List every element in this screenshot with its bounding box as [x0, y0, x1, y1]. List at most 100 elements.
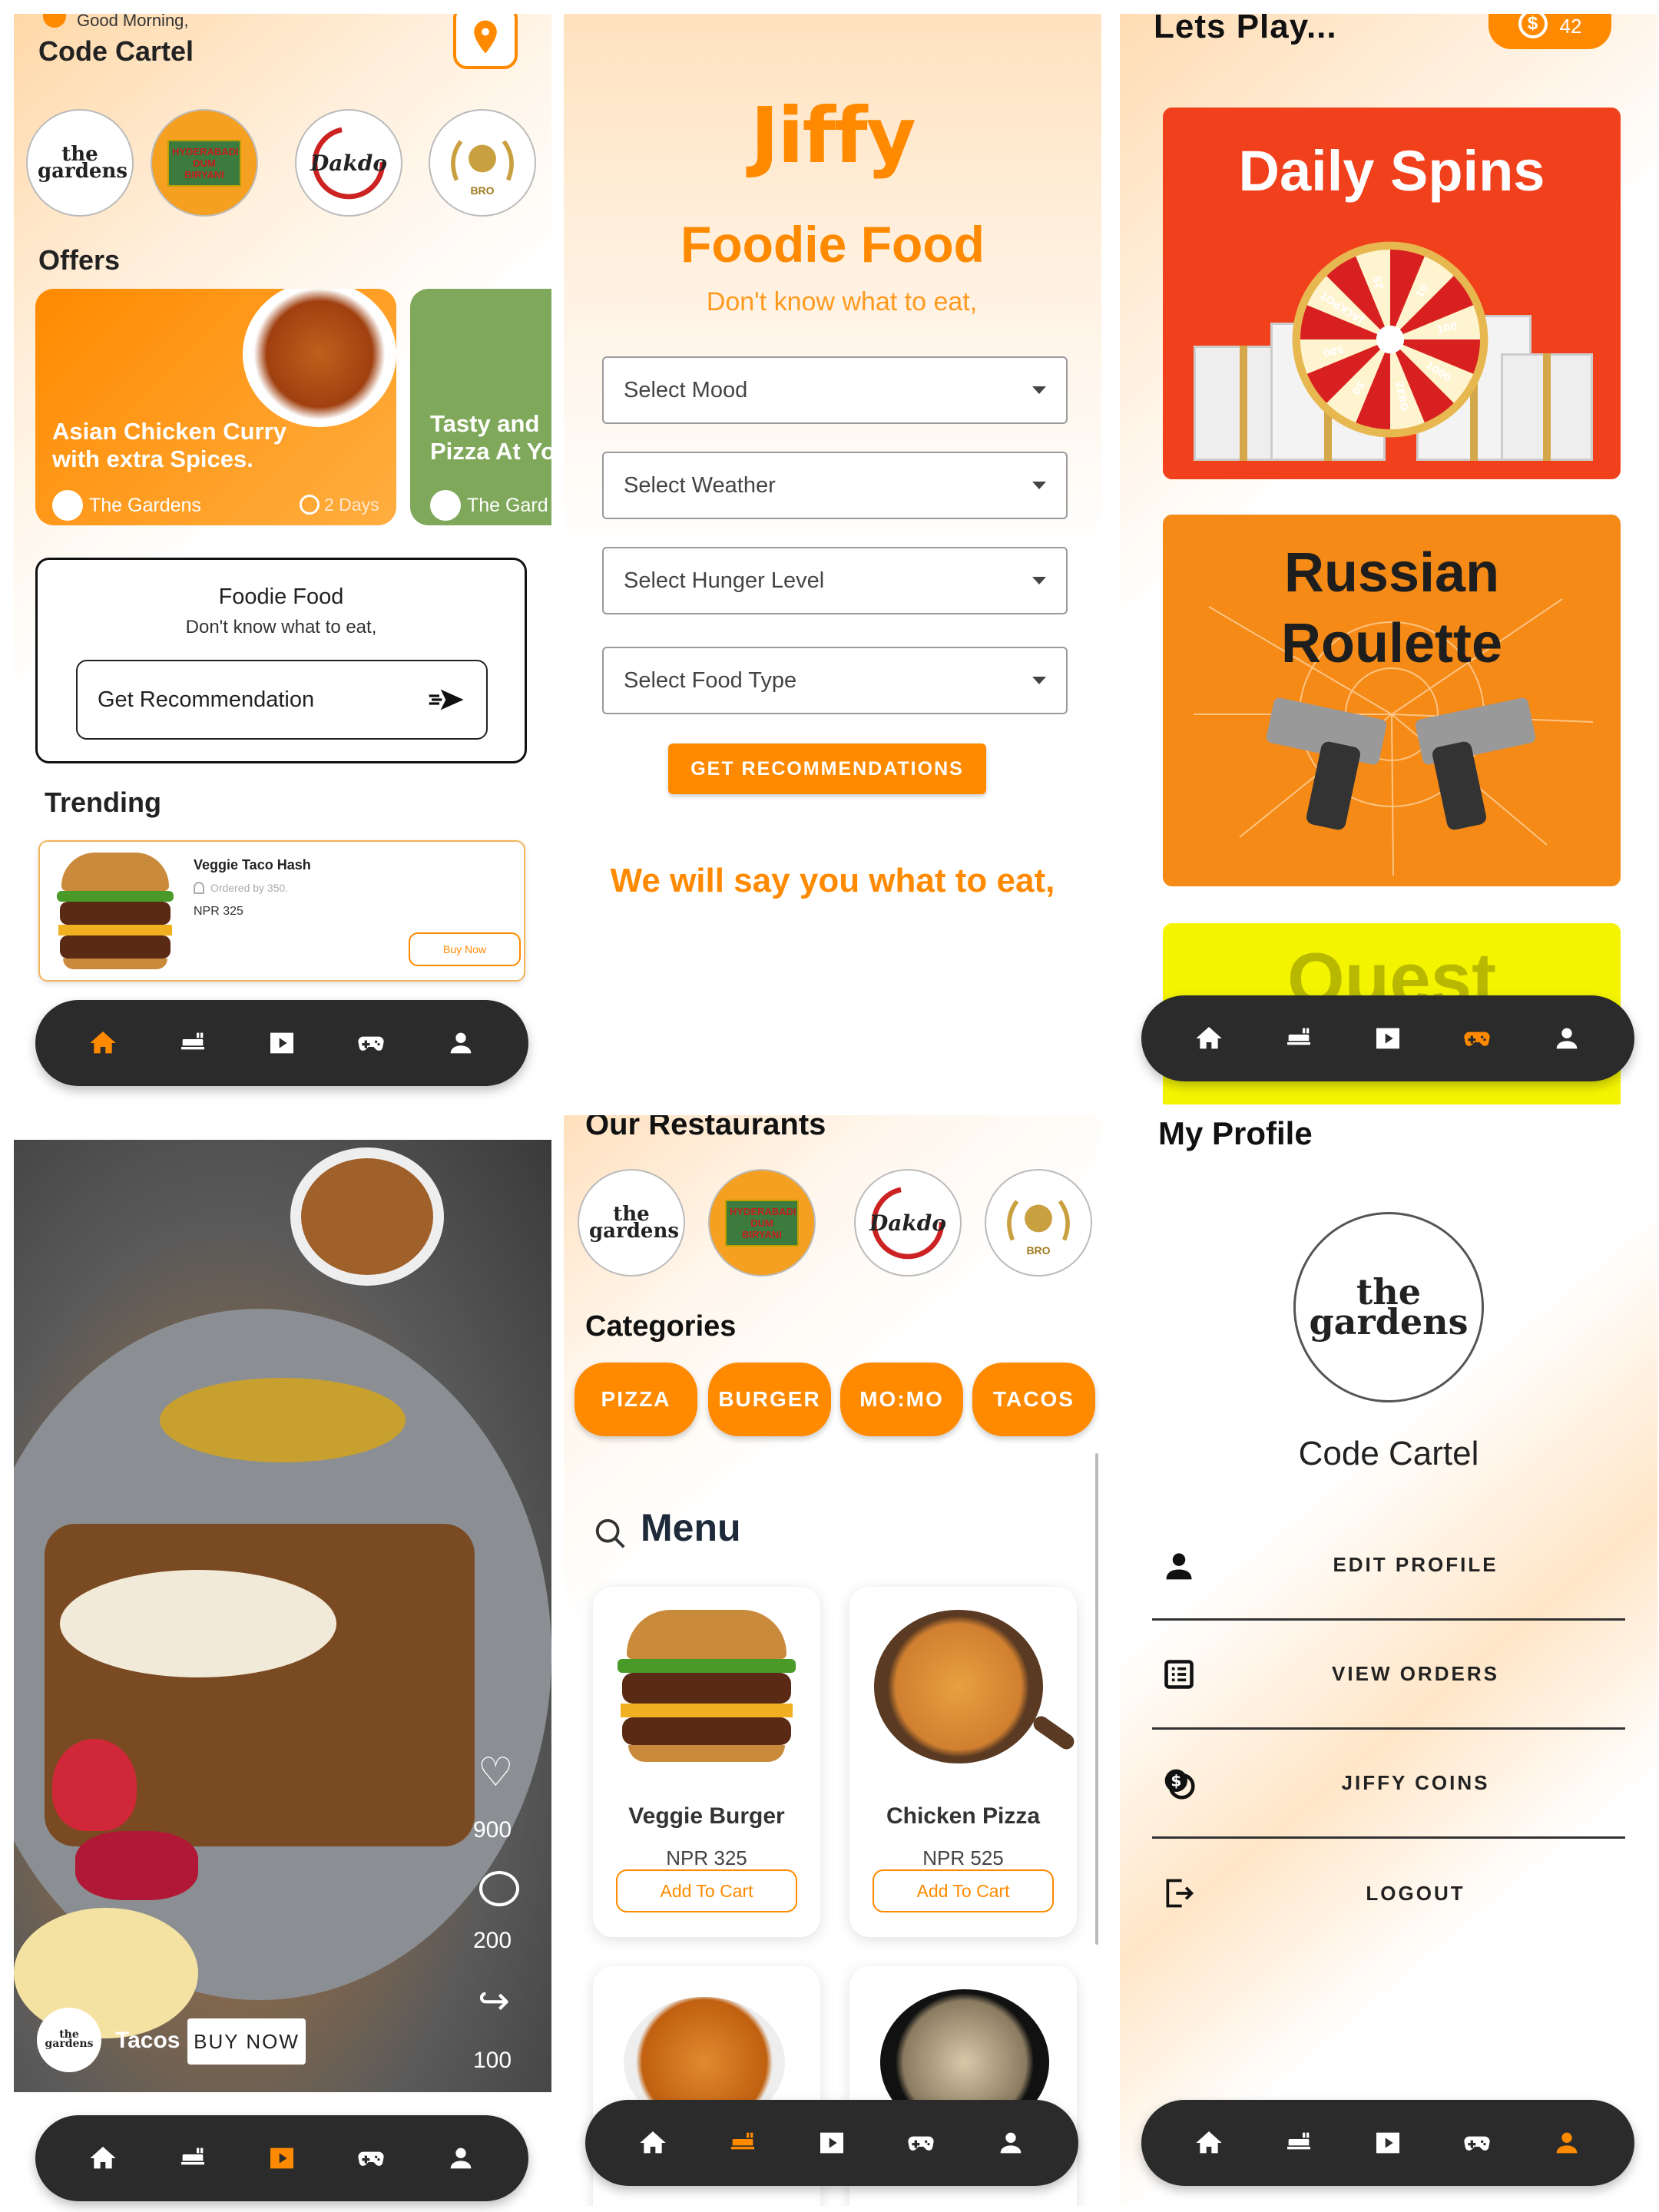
nav-home-icon[interactable] — [1191, 1021, 1227, 1056]
menu-card[interactable]: Veggie Burger NPR 325 Add To Cart — [593, 1587, 820, 1937]
location-button[interactable] — [453, 14, 518, 69]
hunger-select-label: Select Hunger Level — [624, 568, 825, 593]
person-icon — [194, 882, 204, 894]
category-pizza[interactable]: PIZZA — [575, 1363, 697, 1436]
nav-games-icon[interactable] — [903, 2125, 939, 2161]
our-restaurants-heading: Our Restaurants — [585, 1115, 826, 1141]
trending-card[interactable]: Veggie Taco Hash Ordered by 350. NPR 325… — [38, 840, 525, 982]
nav-food-icon[interactable] — [175, 1025, 210, 1061]
add-to-cart-button[interactable]: Add To Cart — [873, 1869, 1054, 1912]
like-heart-icon[interactable]: ♡ — [478, 1750, 514, 1796]
nav-reels-icon[interactable] — [1370, 1021, 1406, 1056]
get-recommendations-button[interactable]: GET RECOMMENDATIONS — [668, 743, 986, 794]
coins-badge[interactable]: $ 42 — [1488, 14, 1611, 49]
restaurant-logo-bro[interactable]: BRO — [985, 1169, 1092, 1277]
coin-count: 42 — [1559, 15, 1582, 38]
search-icon[interactable] — [593, 1516, 628, 1551]
nav-games-icon[interactable] — [1459, 1021, 1495, 1056]
weather-select[interactable]: Select Weather — [602, 452, 1068, 519]
avatar-text: the gardens — [1309, 1270, 1469, 1343]
share-count: 100 — [473, 2048, 512, 2073]
offer-time: 2 Days — [324, 495, 379, 515]
category-burger[interactable]: BURGER — [708, 1363, 831, 1436]
russian-roulette-card[interactable]: Russian Roulette — [1163, 515, 1621, 886]
jiffy-coins-row[interactable]: $ JIFFY COINS — [1152, 1730, 1625, 1839]
nav-games-icon[interactable] — [353, 2141, 389, 2176]
restaurant-logo-bro[interactable]: BRO — [429, 109, 536, 217]
games-screen: Lets Play... $ 42 Daily Spins 1000 ZERO 50… — [1120, 14, 1657, 1104]
pomegranate-image — [75, 1831, 198, 1900]
logo-text: Dakdo — [310, 150, 388, 176]
category-momo[interactable]: MO:MO — [840, 1363, 963, 1436]
nav-games-icon[interactable] — [353, 1025, 389, 1061]
hunger-level-select[interactable]: Select Hunger Level — [602, 547, 1068, 614]
recommendation-screen: Jiffy Foodie Food Don't know what to eat… — [564, 14, 1101, 1104]
dropdown-caret-icon — [1032, 577, 1046, 584]
nav-reels-icon[interactable] — [264, 2141, 300, 2176]
nav-profile-icon[interactable] — [993, 2125, 1028, 2161]
nav-reels-icon[interactable] — [1370, 2125, 1406, 2161]
bottom-nav — [35, 1000, 528, 1086]
edit-profile-row[interactable]: EDIT PROFILE — [1152, 1512, 1625, 1621]
restaurant-logo-biryani[interactable]: HYDERABADI DUM BIRYANI — [151, 109, 258, 217]
menu-card[interactable]: Chicken Pizza NPR 525 Add To Cart — [849, 1587, 1078, 1937]
nav-food-icon[interactable] — [1281, 2125, 1316, 2161]
foodie-subtitle: Don't know what to eat, — [185, 617, 377, 637]
comment-icon[interactable] — [479, 1871, 519, 1906]
nav-home-icon[interactable] — [85, 2141, 121, 2176]
menu-item-name: Chicken Pizza — [886, 1803, 1041, 1829]
sun-icon — [43, 14, 66, 28]
share-arrow-icon[interactable]: ↪ — [478, 1979, 510, 2023]
get-recommendation-button[interactable]: Get Recommendation — [76, 660, 488, 740]
weather-select-label: Select Weather — [624, 472, 776, 498]
bottom-nav — [1141, 995, 1634, 1081]
food-video-frame[interactable] — [14, 1140, 551, 2092]
reco-title: Foodie Food — [680, 216, 985, 273]
nav-home-icon[interactable] — [635, 2125, 671, 2161]
restaurant-logo-dakdo[interactable]: Dakdo — [295, 109, 402, 217]
food-type-select[interactable]: Select Food Type — [602, 647, 1068, 714]
nav-reels-icon[interactable] — [814, 2125, 849, 2161]
trending-item-name: Veggie Taco Hash — [194, 857, 311, 873]
curry-bowl-image — [243, 289, 396, 427]
nav-food-icon[interactable] — [175, 2141, 210, 2176]
restaurant-logo-biryani[interactable]: HYDERABADI DUM BIRYANI — [708, 1169, 816, 1277]
nav-food-icon[interactable] — [725, 2125, 760, 2161]
mood-select[interactable]: Select Mood — [602, 356, 1068, 424]
add-to-cart-button[interactable]: Add To Cart — [616, 1869, 797, 1912]
view-orders-row[interactable]: VIEW ORDERS — [1152, 1621, 1625, 1730]
nav-profile-icon[interactable] — [443, 1025, 478, 1061]
buy-now-button[interactable]: Buy Now — [409, 932, 521, 966]
dropdown-caret-icon — [1032, 386, 1046, 394]
nav-food-icon[interactable] — [1281, 1021, 1316, 1056]
profile-avatar[interactable]: the gardens — [1293, 1212, 1484, 1402]
reel-buy-now-button[interactable]: BUY NOW — [187, 2018, 306, 2065]
nav-games-icon[interactable] — [1459, 2125, 1495, 2161]
coin-icon: $ — [1518, 14, 1548, 38]
restaurant-logo-gardens[interactable]: the gardens — [578, 1169, 685, 1277]
nav-home-icon[interactable] — [1191, 2125, 1227, 2161]
nav-home-icon[interactable] — [85, 1025, 121, 1061]
offer-card[interactable]: Tasty and Pizza At Yo The Gard — [410, 289, 551, 525]
category-tacos[interactable]: TACOS — [972, 1363, 1095, 1436]
banana-image — [14, 1908, 198, 2038]
comment-count: 200 — [473, 1928, 512, 1953]
menu-item-price: NPR 325 — [666, 1846, 747, 1869]
offer-card[interactable]: Asian Chicken Curry with extra Spices. T… — [35, 289, 396, 525]
send-arrow-icon — [429, 689, 464, 710]
restaurant-logo-dakdo[interactable]: Dakdo — [854, 1169, 962, 1277]
wheel-label: 25 — [1373, 275, 1386, 291]
daily-spins-card[interactable]: Daily Spins 1000 ZERO 50 500 JACKPOT 25 10 100 — [1163, 108, 1621, 479]
restaurant-logo-gardens[interactable]: the gardens — [26, 109, 134, 217]
nav-profile-icon[interactable] — [1549, 1021, 1584, 1056]
scrollbar[interactable] — [1095, 1453, 1098, 1945]
restaurants-screen: Our Restaurants the gardens HYDERABADI D… — [564, 1115, 1101, 2206]
pizza-image — [874, 1610, 1043, 1763]
reel-restaurant-avatar[interactable]: the gardens — [37, 2008, 101, 2072]
nav-profile-icon[interactable] — [443, 2141, 478, 2176]
nav-reels-icon[interactable] — [264, 1025, 300, 1061]
reco-subtitle: Don't know what to eat, — [706, 287, 978, 316]
nav-profile-icon[interactable] — [1549, 2125, 1584, 2161]
logout-row[interactable]: LOGOUT — [1152, 1839, 1625, 1948]
coins-icon: $ — [1152, 1757, 1206, 1810]
